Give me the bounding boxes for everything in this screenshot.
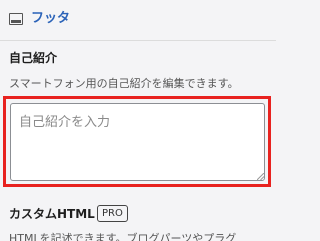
footer-layout-icon (9, 13, 23, 25)
pro-badge: PRO (97, 205, 128, 222)
self-intro-textarea[interactable] (10, 103, 265, 181)
resize-handle-icon[interactable] (257, 173, 264, 180)
self-intro-label: 自己紹介 (9, 51, 58, 65)
section-header[interactable]: フッタ (0, 0, 276, 41)
custom-html-label: カスタムHTML (9, 207, 95, 221)
custom-html-description: HTMLを記述できます。ブログパーツやプラグ (9, 232, 237, 241)
section-title: フッタ (31, 11, 71, 26)
settings-panel: フッタ 自己紹介 スマートフォン用の自己紹介を編集できます。 カスタムHTML … (0, 0, 276, 241)
self-intro-description: スマートフォン用の自己紹介を編集できます。 (9, 77, 239, 90)
